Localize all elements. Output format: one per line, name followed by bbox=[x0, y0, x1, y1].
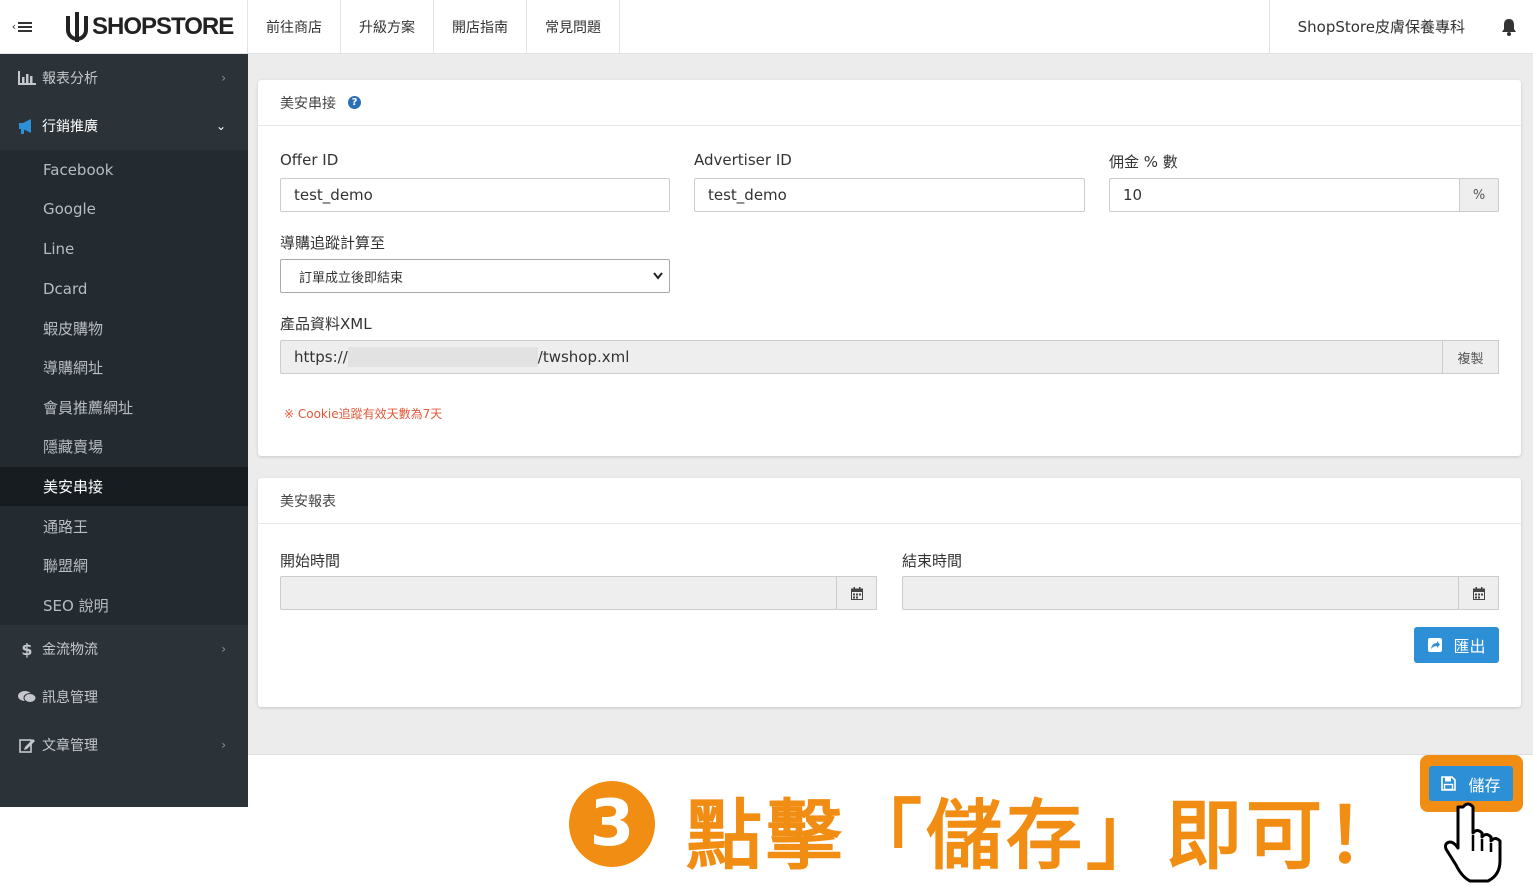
step-number-badge: 3 bbox=[569, 781, 655, 867]
top-right: ShopStore皮膚保養專科 bbox=[1268, 0, 1533, 54]
submenu-shopee[interactable]: 蝦皮購物 bbox=[0, 308, 248, 348]
tracking-label: 導購追蹤計算至 bbox=[280, 234, 386, 252]
menu-collapse-icon: ‹ bbox=[11, 20, 17, 33]
nav-store-guide[interactable]: 開店指南 bbox=[434, 0, 527, 54]
submenu-line[interactable]: Line bbox=[0, 229, 248, 269]
top-bar: ‹ SHOPSTORE 前往商店 升級方案 開店指南 常見問題 ShopStor… bbox=[0, 0, 1533, 54]
submenu-market-america[interactable]: 美安串接 bbox=[0, 466, 248, 507]
copy-button[interactable]: 複製 bbox=[1442, 340, 1499, 374]
top-nav: 前往商店 升級方案 開店指南 常見問題 bbox=[248, 0, 620, 54]
cookie-note: ※ Cookie追蹤有效天數為7天 bbox=[284, 407, 443, 421]
export-button[interactable]: 匯出 bbox=[1414, 627, 1499, 663]
chevron-right-icon: › bbox=[221, 738, 226, 753]
hand-pointer-icon bbox=[1444, 802, 1502, 883]
market-america-report-panel: 美安報表 開始時間 結束時間 匯出 bbox=[258, 478, 1521, 707]
nav-faq[interactable]: 常見問題 bbox=[527, 0, 620, 54]
tracking-select-value: 訂單成立後即結束 bbox=[299, 270, 404, 286]
bell-icon[interactable] bbox=[1485, 18, 1533, 36]
bar-chart-icon bbox=[16, 71, 38, 85]
main-content: 美安串接 ? Offer ID test_demo Advertiser ID … bbox=[248, 54, 1533, 754]
chevron-right-icon: › bbox=[221, 642, 226, 657]
save-button[interactable]: 儲存 bbox=[1429, 766, 1513, 801]
floppy-disk-icon bbox=[1441, 776, 1457, 791]
logo-mark-icon bbox=[66, 11, 88, 42]
chevron-down-icon: ⌄ bbox=[215, 119, 226, 133]
chevron-right-icon: › bbox=[221, 71, 226, 85]
submenu-facebook[interactable]: Facebook bbox=[0, 150, 248, 190]
submenu-google[interactable]: Google bbox=[0, 190, 248, 230]
start-time-input[interactable] bbox=[280, 576, 837, 610]
redacted-domain bbox=[347, 347, 538, 367]
save-label: 儲存 bbox=[1468, 775, 1501, 795]
end-time-label: 結束時間 bbox=[902, 552, 963, 570]
callout-text: 點擊「儲存」即可！ bbox=[686, 791, 1406, 880]
submenu-seo[interactable]: SEO 說明 bbox=[0, 586, 248, 626]
hamburger-icon bbox=[18, 21, 33, 32]
xml-url-input[interactable]: https:// /twshop.xml bbox=[280, 340, 1443, 374]
calendar-icon[interactable] bbox=[836, 576, 877, 610]
chevron-down-icon bbox=[653, 269, 663, 283]
sidebar-item-messages[interactable]: 訊息管理 bbox=[0, 673, 248, 721]
sidebar-item-marketing[interactable]: 行銷推廣 ⌄ bbox=[0, 102, 248, 150]
export-icon bbox=[1427, 637, 1443, 653]
nav-upgrade-plan[interactable]: 升級方案 bbox=[341, 0, 434, 54]
submenu-member-referral[interactable]: 會員推薦網址 bbox=[0, 388, 248, 428]
megaphone-icon bbox=[16, 118, 38, 134]
offer-id-label: Offer ID bbox=[280, 151, 339, 169]
edit-icon bbox=[16, 737, 38, 753]
percent-addon: % bbox=[1459, 178, 1499, 212]
sidebar-item-payment-logistics[interactable]: $ 金流物流 › bbox=[0, 625, 248, 673]
submenu-channel-king[interactable]: 通路王 bbox=[0, 506, 248, 546]
chat-icon bbox=[16, 690, 38, 704]
dollar-icon: $ bbox=[21, 639, 33, 659]
sidebar-item-label: 文章管理 bbox=[42, 738, 98, 755]
xml-url-suffix: /twshop.xml bbox=[537, 348, 630, 366]
xml-label: 產品資料XML bbox=[280, 315, 372, 333]
sidebar-item-label: 報表分析 bbox=[42, 71, 98, 87]
submenu-referral-url[interactable]: 導購網址 bbox=[0, 348, 248, 388]
panel-title: 美安報表 bbox=[280, 493, 336, 510]
sidebar-item-reports[interactable]: 報表分析 › bbox=[0, 54, 248, 102]
tracking-select[interactable]: 訂單成立後即結束 bbox=[280, 259, 670, 293]
sidebar-item-articles[interactable]: 文章管理 › bbox=[0, 721, 248, 769]
advertiser-id-label: Advertiser ID bbox=[694, 151, 792, 169]
xml-url-prefix: https:// bbox=[294, 348, 348, 366]
submenu-hidden-store[interactable]: 隱藏賣場 bbox=[0, 427, 248, 467]
panel-header: 美安報表 bbox=[258, 478, 1521, 524]
calendar-icon[interactable] bbox=[1458, 576, 1499, 610]
export-label: 匯出 bbox=[1453, 637, 1486, 656]
logo-text: SHOPSTORE bbox=[92, 12, 234, 40]
marketing-submenu: Facebook Google Line Dcard 蝦皮購物 導購網址 會員推… bbox=[0, 150, 248, 626]
commission-input[interactable]: 10 bbox=[1109, 178, 1460, 212]
sidebar: 報表分析 › 行銷推廣 ⌄ Facebook Google Line Dcard… bbox=[0, 54, 248, 807]
sidebar-item-label: 訊息管理 bbox=[42, 690, 98, 707]
submenu-affiliate[interactable]: 聯盟網 bbox=[0, 546, 248, 586]
panel-header: 美安串接 ? bbox=[258, 80, 1521, 126]
shopstore-logo[interactable]: SHOPSTORE bbox=[44, 0, 248, 54]
sidebar-item-label: 行銷推廣 bbox=[42, 119, 98, 135]
nav-visit-store[interactable]: 前往商店 bbox=[248, 0, 341, 54]
sidebar-item-label: 金流物流 bbox=[42, 642, 98, 659]
help-icon[interactable]: ? bbox=[348, 96, 361, 109]
commission-label: 佣金 % 數 bbox=[1109, 153, 1178, 171]
footer-divider bbox=[248, 754, 1533, 755]
end-time-input[interactable] bbox=[902, 576, 1459, 610]
sidebar-toggle-button[interactable]: ‹ bbox=[0, 0, 44, 54]
panel-title: 美安串接 bbox=[280, 95, 336, 112]
offer-id-input[interactable]: test_demo bbox=[280, 178, 670, 212]
start-time-label: 開始時間 bbox=[280, 552, 341, 570]
advertiser-id-input[interactable]: test_demo bbox=[694, 178, 1085, 212]
store-name[interactable]: ShopStore皮膚保養專科 bbox=[1270, 16, 1485, 37]
market-america-panel: 美安串接 ? Offer ID test_demo Advertiser ID … bbox=[258, 80, 1521, 456]
submenu-dcard[interactable]: Dcard bbox=[0, 269, 248, 309]
